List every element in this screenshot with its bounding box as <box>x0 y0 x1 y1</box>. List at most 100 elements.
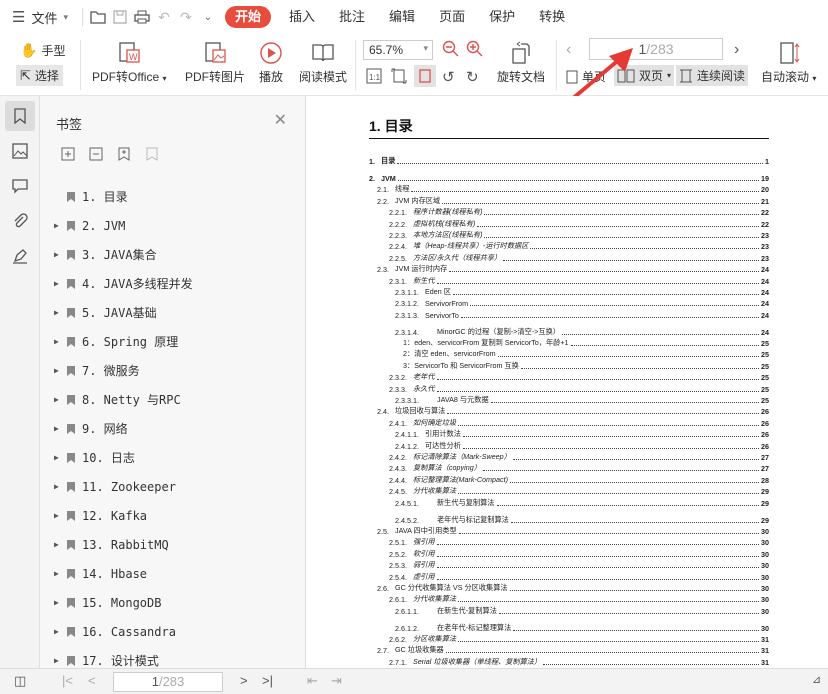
toc-entry[interactable]: 2.4.5.2. 老年代与标记复制算法 29 <box>369 508 769 525</box>
toc-entry[interactable]: 2.3.1.3. ServivorTo 24 <box>369 308 769 320</box>
toc-entry[interactable]: 2.2. JVM 内存区域 21 <box>369 194 769 206</box>
rotate-left-button[interactable]: ↺ <box>442 68 455 86</box>
tab-page[interactable]: 页面 <box>427 6 477 28</box>
bookmark-item[interactable]: ▶ 6. Spring 原理 <box>54 327 294 356</box>
status-page-input[interactable]: 1/283 <box>113 672 223 692</box>
tab-annotate[interactable]: 批注 <box>327 6 377 28</box>
hand-tool-button[interactable]: ✋ 手型 <box>20 42 65 59</box>
tab-convert[interactable]: 转换 <box>527 6 577 28</box>
bookmark-item[interactable]: ▶ 2. JVM <box>54 211 294 240</box>
toc-entry[interactable]: 2.7.1. Serial 垃圾收集器（单线程、复制算法） 31 <box>369 655 769 667</box>
tab-insert[interactable]: 插入 <box>277 6 327 28</box>
print-icon[interactable] <box>131 6 153 28</box>
expand-arrow-icon[interactable]: ▶ <box>54 627 66 636</box>
toc-entry[interactable]: 2.6.1.2. 在老年代-标记整理算法 30 <box>369 616 769 633</box>
remove-bookmark-icon[interactable] <box>144 146 160 162</box>
toc-entry[interactable]: 2.5. JAVA 四中引用类型 30 <box>369 525 769 536</box>
bookmark-item[interactable]: ▶ 8. Netty 与RPC <box>54 385 294 414</box>
toc-entry[interactable]: 2.3.1.4. MinorGC 的过程（复制->清空->互换） 24 <box>369 320 769 337</box>
pdf-to-image-button[interactable]: PDF转图片 <box>185 40 245 85</box>
next-page-icon[interactable]: > <box>240 673 248 688</box>
expand-arrow-icon[interactable]: ▶ <box>54 569 66 578</box>
toc-entry[interactable]: 2.2.5. 方法区/永久代（线程共享） 23 <box>369 251 769 263</box>
prev-page-icon[interactable]: < <box>88 673 96 688</box>
toc-entry[interactable]: 1. 目录 1 <box>369 149 769 166</box>
bookmark-item[interactable]: ▶ 16. Cassandra <box>54 617 294 646</box>
zoom-in-button[interactable] <box>466 40 484 58</box>
bookmark-item[interactable]: 1. 目录 <box>54 182 294 211</box>
bookmark-item[interactable]: ▶ 14. Hbase <box>54 559 294 588</box>
file-menu[interactable]: ☰ 文件 ▾ <box>0 0 78 34</box>
toc-entry[interactable]: 2.2.2. 虚拟机栈(线程私有) 22 <box>369 217 769 229</box>
toc-entry[interactable]: 2.4.5.1. 新生代与复制算法 29 <box>369 496 769 508</box>
fit-width-button[interactable] <box>414 65 436 87</box>
bookmark-item[interactable]: ▶ 12. Kafka <box>54 501 294 530</box>
fit-page-button[interactable] <box>391 68 407 84</box>
toc-entry[interactable]: 2.2.4. 堆（Heap-线程共享）-运行时数据区 23 <box>369 240 769 251</box>
rotate-doc-button[interactable]: 旋转文档 <box>497 40 545 85</box>
toc-entry[interactable]: 2： 清空 eden、servicorFrom 25 <box>369 348 769 359</box>
toc-entry[interactable]: 1： eden、servicorFrom 复制到 ServicorTo，年龄+1 2… <box>369 337 769 348</box>
toc-entry[interactable]: 2.5.3. 弱引用 30 <box>369 559 769 570</box>
auto-scroll-button[interactable]: 自动滚动 ▾ <box>761 40 816 85</box>
expand-arrow-icon[interactable]: ▶ <box>54 656 66 665</box>
toc-entry[interactable]: 3： ServicorTo 和 ServicorFrom 互换 25 <box>369 359 769 371</box>
toc-entry[interactable]: 2.4.3. 复制算法（copying） 27 <box>369 462 769 473</box>
first-page-icon[interactable]: |< <box>62 673 73 688</box>
toc-entry[interactable]: 2.3.3.1. JAVA8 与元数据 25 <box>369 394 769 405</box>
toc-entry[interactable]: 2.6.1. 分代收集算法 30 <box>369 593 769 604</box>
select-tool-button[interactable]: ⇱ 选择 <box>16 65 63 86</box>
open-folder-icon[interactable] <box>87 6 109 28</box>
expand-arrow-icon[interactable]: ▶ <box>54 221 66 230</box>
toc-entry[interactable]: 2.5.4. 虚引用 30 <box>369 570 769 582</box>
close-icon[interactable]: ✕ <box>274 110 287 130</box>
add-bookmark-icon[interactable] <box>116 146 132 162</box>
toc-entry[interactable]: 2.3.2. 老年代 25 <box>369 371 769 382</box>
toc-entry[interactable]: 2.3.3. 永久代 25 <box>369 382 769 394</box>
read-mode-button[interactable]: 阅读模式 <box>299 40 347 85</box>
toc-entry[interactable]: 2.2.3. 本地方法区(线程私有) 23 <box>369 229 769 240</box>
tab-start[interactable]: 开始 <box>225 6 272 28</box>
toc-entry[interactable]: 2.4.1.2. 可达性分析 26 <box>369 439 769 451</box>
toc-entry[interactable]: 2.2.1. 程序计数器(线程私有) 22 <box>369 206 769 217</box>
toc-entry[interactable]: 2.4. 垃圾回收与算法 26 <box>369 405 769 416</box>
actual-size-button[interactable]: 1:1 <box>366 68 382 84</box>
toc-entry[interactable]: 2.4.1.1. 引用计数法 26 <box>369 428 769 439</box>
comment-panel-button[interactable] <box>5 171 35 201</box>
bookmark-item[interactable]: ▶ 15. MongoDB <box>54 588 294 617</box>
toc-entry[interactable]: 2.3.1.1. Eden 区 24 <box>369 286 769 297</box>
toc-entry[interactable]: 2.6.1.1. 在新生代-复制算法 30 <box>369 604 769 616</box>
bookmark-item[interactable]: ▶ 5. JAVA基础 <box>54 298 294 327</box>
attachment-panel-button[interactable] <box>5 206 35 236</box>
expand-arrow-icon[interactable]: ▶ <box>54 250 66 259</box>
collapse-all-icon[interactable] <box>88 146 104 162</box>
toc-entry[interactable]: 2.5.2. 软引用 30 <box>369 547 769 559</box>
toc-entry[interactable]: 2.4.5. 分代收集算法 29 <box>369 485 769 496</box>
expand-arrow-icon[interactable]: ▶ <box>54 540 66 549</box>
expand-arrow-icon[interactable]: ▶ <box>54 279 66 288</box>
expand-arrow-icon[interactable]: ▶ <box>54 366 66 375</box>
bookmark-item[interactable]: ▶ 13. RabbitMQ <box>54 530 294 559</box>
expand-arrow-icon[interactable]: ▶ <box>54 337 66 346</box>
toc-entry[interactable]: 2. JVM 19 <box>369 166 769 183</box>
resize-grip-icon[interactable]: ⊿ <box>812 673 821 686</box>
expand-arrow-icon[interactable]: ▶ <box>54 598 66 607</box>
toc-entry[interactable]: 2.3. JVM 运行时内存 24 <box>369 263 769 274</box>
toc-entry[interactable]: 2.3.1. 新生代 24 <box>369 274 769 286</box>
expand-arrow-icon[interactable]: ▶ <box>54 395 66 404</box>
bookmark-item[interactable]: ▶ 11. Zookeeper <box>54 472 294 501</box>
undo-icon[interactable]: ↶ <box>153 6 175 28</box>
expand-arrow-icon[interactable]: ▶ <box>54 511 66 520</box>
toc-entry[interactable]: 2.6.2. 分区收集算法 31 <box>369 633 769 644</box>
toc-entry[interactable]: 2.7. GC 垃圾收集器 31 <box>369 644 769 655</box>
continuous-read-button[interactable]: 连续阅读 <box>676 65 749 86</box>
expand-arrow-icon[interactable]: ▶ <box>54 424 66 433</box>
tab-edit[interactable]: 编辑 <box>377 6 427 28</box>
toc-entry[interactable]: 2.1. 线程 20 <box>369 183 769 194</box>
zoom-out-button[interactable] <box>442 40 460 58</box>
expand-arrow-icon[interactable]: ▶ <box>54 482 66 491</box>
thumbnail-panel-button[interactable] <box>5 136 35 166</box>
toc-entry[interactable]: 2.6. GC 分代收集算法 VS 分区收集算法 30 <box>369 582 769 593</box>
toc-entry[interactable]: 2.4.1. 如何确定垃圾 26 <box>369 416 769 428</box>
tab-protect[interactable]: 保护 <box>477 6 527 28</box>
